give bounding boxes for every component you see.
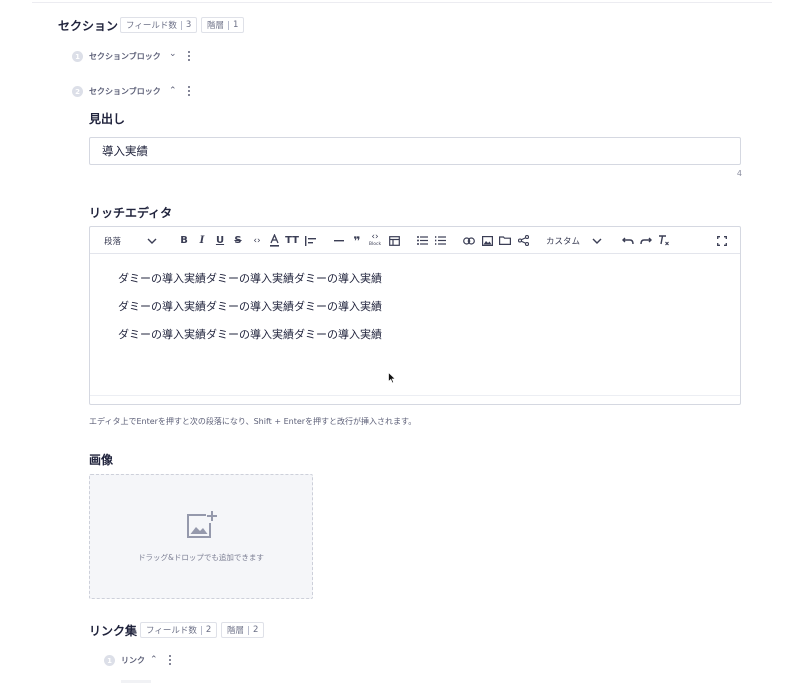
- code-block-label: Block: [368, 241, 382, 247]
- section-depth-tag: 階層 1: [201, 17, 245, 33]
- link-collection-title: リンク集: [89, 624, 138, 638]
- more-options-icon[interactable]: [187, 85, 191, 97]
- top-divider: [32, 2, 772, 3]
- character-counter: 4: [736, 169, 742, 178]
- image-icon[interactable]: [481, 227, 493, 254]
- section-field-count-tag: フィールド数 3: [120, 17, 198, 33]
- more-options-icon[interactable]: [187, 50, 191, 62]
- share-icon[interactable]: [517, 227, 529, 254]
- strikethrough-icon[interactable]: S: [232, 227, 244, 254]
- chevron-down-icon[interactable]: [146, 227, 158, 254]
- text-color-icon[interactable]: [268, 227, 280, 254]
- bullet-list-icon[interactable]: [416, 227, 428, 254]
- dropzone-text: ドラッグ&ドロップでも追加できます: [138, 553, 264, 562]
- link-block-label[interactable]: リンク: [121, 655, 145, 666]
- editor-hint: エディタ上でEnterを押すと次の段落になり、Shift + Enterを押すと…: [89, 417, 417, 426]
- quote-icon[interactable]: ❞: [351, 227, 363, 254]
- add-image-icon: [185, 510, 217, 544]
- align-icon[interactable]: [304, 227, 316, 254]
- editor-paragraph[interactable]: ダミーの導入実績ダミーの導入実績ダミーの導入実績: [118, 299, 382, 327]
- link-depth-tag: 階層 2: [221, 622, 265, 638]
- more-options-icon[interactable]: [168, 654, 172, 666]
- chevron-up-icon[interactable]: ⌃: [169, 86, 177, 96]
- undo-icon[interactable]: [622, 227, 634, 254]
- block-number-badge: 1: [104, 655, 115, 666]
- editor-paragraph[interactable]: ダミーの導入実績ダミーの導入実績ダミーの導入実績: [118, 271, 382, 299]
- image-dropzone[interactable]: ドラッグ&ドロップでも追加できます: [89, 474, 313, 599]
- text-size-icon[interactable]: TT: [285, 227, 299, 254]
- chevron-down-icon[interactable]: [591, 227, 603, 254]
- block-number-badge: 1: [72, 51, 83, 62]
- clear-format-icon[interactable]: [658, 227, 670, 254]
- numbered-list-icon[interactable]: [434, 227, 446, 254]
- editor-content[interactable]: ダミーの導入実績ダミーの導入実績ダミーの導入実績 ダミーの導入実績ダミーの導入実…: [118, 271, 382, 355]
- editor-paragraph[interactable]: ダミーの導入実績ダミーの導入実績ダミーの導入実績: [118, 327, 382, 355]
- redo-icon[interactable]: [640, 227, 652, 254]
- block-number-badge: 2: [72, 86, 83, 97]
- heading-input[interactable]: 導入実績: [89, 137, 741, 165]
- chevron-up-icon[interactable]: ⌃: [150, 655, 158, 665]
- chevron-down-icon[interactable]: ⌄: [169, 49, 177, 59]
- depth-label: 階層: [207, 21, 225, 31]
- field-count-label: フィールド数: [126, 21, 177, 31]
- field-count-value: 3: [185, 20, 192, 30]
- depth-label: 階層: [227, 626, 245, 636]
- field-count-value: 2: [205, 625, 212, 635]
- fullscreen-icon[interactable]: [716, 227, 728, 254]
- paragraph-select[interactable]: 段落: [104, 227, 121, 254]
- italic-icon[interactable]: I: [196, 227, 208, 254]
- image-field-title: 画像: [89, 453, 114, 467]
- block-label[interactable]: セクションブロック: [89, 51, 161, 62]
- rich-editor[interactable]: 段落 B I U S ‹› TT ❞ ‹› Block カスタム ダミーの導入実…: [89, 226, 741, 405]
- code-block-icon[interactable]: ‹› Block: [366, 227, 384, 254]
- rich-editor-title: リッチエディタ: [89, 206, 173, 220]
- code-icon[interactable]: ‹›: [250, 227, 264, 254]
- block-label[interactable]: セクションブロック: [89, 86, 161, 97]
- depth-value: 2: [253, 625, 259, 635]
- underline-icon[interactable]: U: [214, 227, 226, 254]
- depth-value: 1: [233, 20, 239, 30]
- link-field-count-tag: フィールド数 2: [140, 622, 218, 638]
- editor-bottom-divider: [90, 395, 740, 396]
- section-title: セクション: [58, 19, 119, 33]
- heading-field-title: 見出し: [89, 112, 126, 126]
- editor-toolbar: 段落 B I U S ‹› TT ❞ ‹› Block カスタム: [90, 227, 740, 254]
- mouse-cursor-icon: [388, 369, 397, 388]
- horizontal-rule-icon[interactable]: [333, 227, 345, 254]
- custom-style-select[interactable]: カスタム: [546, 227, 580, 254]
- folder-icon[interactable]: [499, 227, 511, 254]
- field-count-label: フィールド数: [146, 626, 197, 636]
- link-icon[interactable]: [463, 227, 475, 254]
- table-icon[interactable]: [388, 227, 400, 254]
- bold-icon[interactable]: B: [178, 227, 190, 254]
